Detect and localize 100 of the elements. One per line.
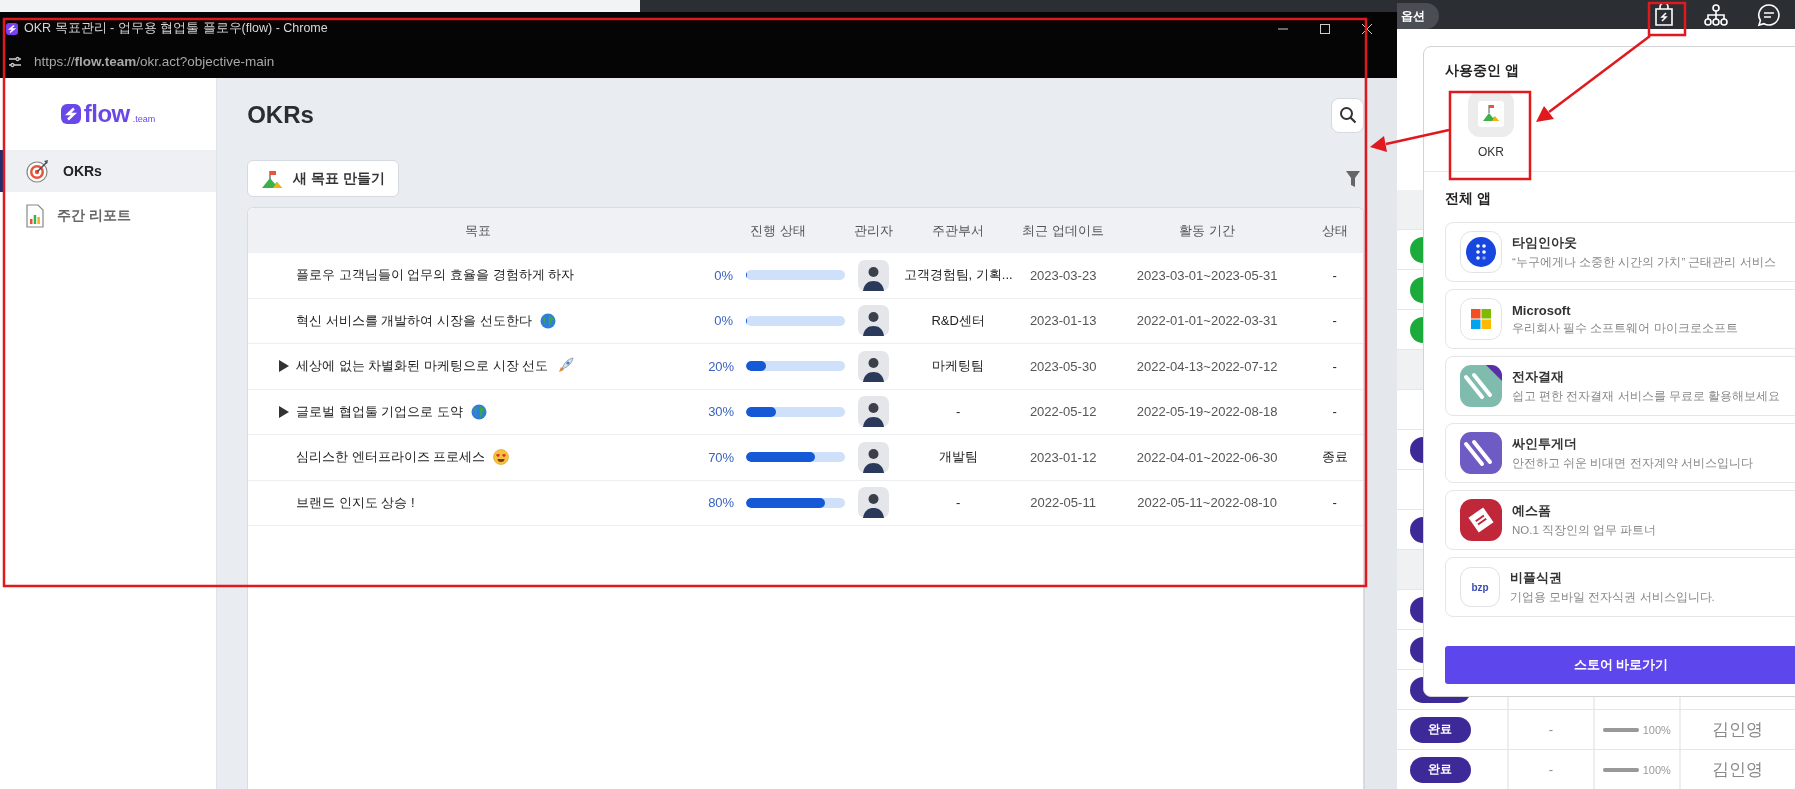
progress-text: 100% (1642, 723, 1671, 736)
progress-percent: 0% (713, 313, 734, 329)
maximize-icon[interactable] (1319, 22, 1331, 35)
column-header: 최근 업데이트 (1021, 221, 1105, 240)
search-icon (1338, 106, 1357, 124)
progress-text: 100% (1642, 763, 1671, 776)
dots-app-icon (1460, 231, 1502, 273)
goal-text[interactable]: 심리스한 엔터프라이즈 프로세스 (296, 448, 486, 467)
progress-percent: 80% (708, 495, 734, 511)
search-button[interactable] (1331, 97, 1365, 133)
app-card[interactable]: 예스폼 NO.1 직장인의 업무 파트너 (1445, 490, 1795, 550)
status-cell: - (1332, 313, 1337, 329)
close-icon[interactable] (1361, 22, 1373, 35)
table-cell: - (1548, 722, 1554, 737)
app-card[interactable]: Microsoft 우리회사 필수 소프트웨어 마이크로소프트 (1445, 289, 1795, 349)
app-tile[interactable]: OKR (1451, 88, 1531, 170)
app-logo-icon (6, 22, 18, 35)
avatar-icon (857, 305, 889, 337)
date-cell: 2023-05-30 (1029, 358, 1097, 374)
department-cell: - (955, 495, 961, 511)
flag-mountain-icon (261, 168, 284, 189)
search-field[interactable]: 옵션 (1397, 3, 1439, 29)
window-title: OKR 목표관리 - 업무용 협업툴 플로우(flow) - Chrome (24, 20, 328, 37)
goal-text[interactable]: 브랜드 인지도 상승 ! (296, 493, 415, 512)
table-row[interactable]: 세상에 없는 차별화된 마케팅으로 시장 선도 20% 마케팅팀 2023-05-30 2022-04-13~2022-07-12 - (248, 344, 1364, 390)
app-name: 타임인아웃 (1512, 234, 1578, 252)
status-cell: - (1332, 404, 1337, 420)
table-row[interactable]: 심리스한 엔터프라이즈 프로세스 70% 개발팀 2023-01-12 2022-04-01~2022-06-30 종료 (248, 435, 1364, 481)
app-description: 기업용 모바일 전자식권 서비스입니다. (1510, 590, 1715, 605)
app-name: 전자결재 (1512, 368, 1565, 386)
table-cell: - (1548, 762, 1554, 777)
table-row[interactable]: 플로우 고객님들이 업무의 효율을 경험하게 하자 0% 고객경험팀, 기획... 2023-03-23 2023-03-01~2023-05-31 - (248, 253, 1364, 299)
table-row[interactable]: 글로벌 협업툴 기업으로 도약 30% - 2022-05-12 2022-05-19~2022-08-18 - (248, 389, 1364, 435)
period-cell: 2022-05-19~2022-08-18 (1136, 404, 1278, 420)
highlight-box (1647, 1, 1687, 37)
store-button[interactable]: 스토어 바로가기 (1445, 646, 1795, 684)
status-cell: - (1332, 267, 1337, 283)
section-title: 사용중인 앱 (1445, 62, 1520, 80)
column-header: 상태 (1320, 221, 1349, 240)
progress-percent: 30% (708, 404, 734, 420)
period-cell: 2022-01-01~2022-03-31 (1136, 313, 1278, 329)
app-name: 예스폼 (1512, 502, 1552, 520)
flow-logo-icon (60, 104, 81, 124)
avatar-icon (857, 396, 889, 428)
column-header: 주관부서 (931, 221, 986, 240)
app-card[interactable]: 싸인투게더 안전하고 쉬운 비대면 전자계약 서비스입니다 (1445, 423, 1795, 483)
chat-icon[interactable] (1757, 2, 1781, 27)
expand-arrow-icon[interactable] (279, 360, 290, 373)
nav-item[interactable]: 주간 리포트 (0, 195, 217, 237)
app-card[interactable]: 타임인아웃 “누구에게나 소중한 시간의 가치” 근태관리 서비스 (1445, 222, 1795, 282)
page-title: OKRs (247, 101, 314, 129)
date-cell: 2023-01-13 (1029, 313, 1097, 329)
url-text[interactable]: https://flow.team/okr.act?objective-main (34, 54, 275, 69)
section-title: 전체 앱 (1445, 190, 1492, 208)
expand-arrow-icon[interactable] (279, 405, 290, 418)
assignee-name: 김인영 (1712, 719, 1764, 741)
date-cell: 2023-01-12 (1029, 449, 1097, 465)
assignee-name: 김인영 (1712, 759, 1764, 781)
wordmark-app-icon: bzp (1460, 567, 1500, 607)
app-name: 비플식권 (1510, 569, 1563, 587)
target-icon (25, 158, 51, 184)
app-description: 우리회사 필수 소프트웨어 마이크로소프트 (1512, 320, 1738, 336)
goal-text[interactable]: 플로우 고객님들이 업무의 효율을 경험하게 하자 (296, 266, 575, 285)
period-cell: 2023-03-01~2023-05-31 (1136, 267, 1278, 283)
period-cell: 2022-05-11~2022-08-10 (1137, 495, 1277, 511)
heart-eyes-emoji-icon (493, 449, 510, 466)
goal-text[interactable]: 세상에 없는 차별화된 마케팅으로 시장 선도 (296, 357, 549, 376)
site-settings-icon[interactable] (8, 55, 22, 68)
globe-icon (539, 312, 556, 329)
app-card[interactable]: 전자결재 쉽고 편한 전자결재 서비스를 무료로 활용해보세요 (1445, 356, 1795, 416)
progress-percent: 70% (708, 449, 734, 465)
avatar-icon (857, 350, 889, 382)
table-row[interactable]: 브랜드 인지도 상승 ! 80% - 2022-05-11 2022-05-11~2022-08-10 - (248, 480, 1364, 526)
nav-item[interactable]: OKRs (0, 150, 217, 192)
report-icon (25, 204, 45, 228)
shopping-bag-icon[interactable] (1653, 2, 1675, 27)
department-cell: - (955, 404, 961, 420)
app-description: 안전하고 쉬운 비대면 전자계약 서비스입니다 (1512, 456, 1753, 471)
goal-text[interactable]: 혁신 서비스를 개발하여 시장을 선도한다 (296, 311, 532, 330)
column-header: 목표 (464, 221, 493, 240)
goal-text[interactable]: 글로벌 협업툴 기업으로 도약 (296, 402, 463, 421)
org-chart-icon[interactable] (1704, 3, 1728, 26)
logo-suffix: .team (132, 114, 156, 124)
okr-app-icon (1468, 91, 1514, 137)
new-goal-button[interactable]: 새 목표 만들기 (247, 160, 399, 197)
table-row[interactable]: 혁신 서비스를 개발하여 시장을 선도한다 0% R&D센터 2023-01-13 2022-01-01~2022-03-31 - (248, 298, 1364, 344)
filter-icon[interactable] (1346, 169, 1361, 188)
status-badge: 완료 (1410, 756, 1471, 783)
column-header: 관리자 (852, 221, 894, 240)
status-cell: - (1332, 358, 1337, 374)
date-cell: 2023-03-23 (1029, 267, 1097, 283)
date-cell: 2022-05-12 (1029, 404, 1097, 420)
app-description: NO.1 직장인의 업무 파트너 (1512, 523, 1657, 538)
column-header: 진행 상태 (749, 221, 807, 240)
app-name: 싸인투게더 (1512, 435, 1578, 453)
stamp-app-icon (1460, 499, 1502, 541)
progress-percent: 20% (708, 358, 734, 374)
app-card[interactable]: bzp 비플식권 기업용 모바일 전자식권 서비스입니다. (1445, 557, 1795, 617)
department-cell: 개발팀 (938, 448, 978, 467)
avatar-icon (857, 441, 889, 473)
